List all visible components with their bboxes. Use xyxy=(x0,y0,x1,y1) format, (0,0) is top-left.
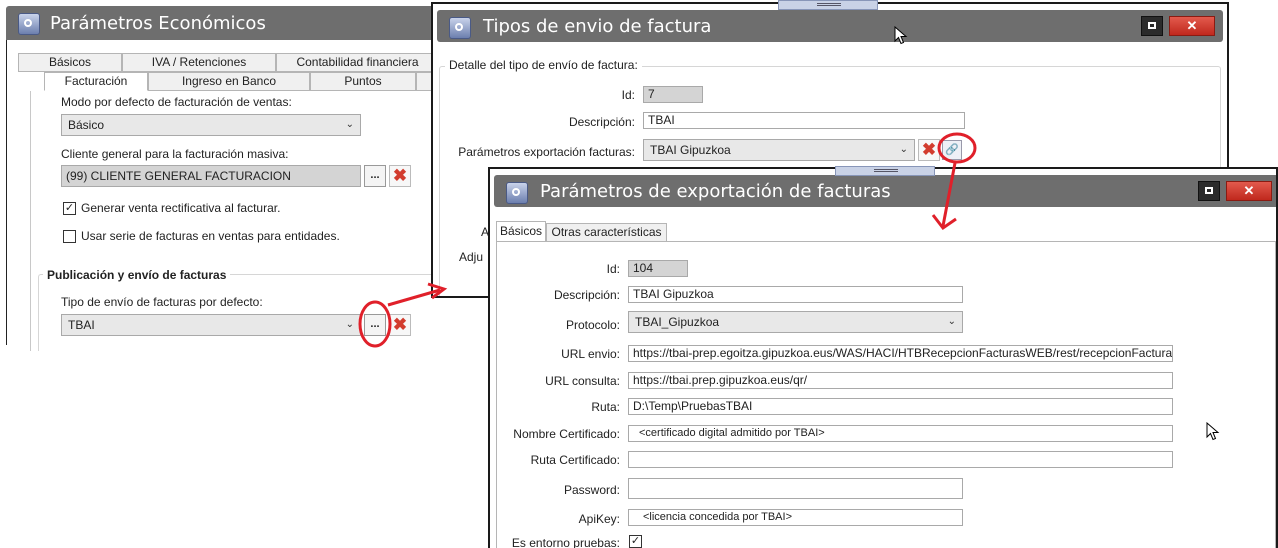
protocolo-value: TBAI_Gipuzkoa xyxy=(635,315,720,329)
cliente-browse-button[interactable]: ... xyxy=(364,165,386,187)
cliente-general-label: Cliente general para la facturación masi… xyxy=(61,147,289,161)
title-bar[interactable]: Parámetros Económicos xyxy=(6,6,439,40)
tab-contabilidad-financiera[interactable]: Contabilidad financiera xyxy=(276,53,439,72)
id-label: Id: xyxy=(606,262,620,276)
resize-grip-top[interactable] xyxy=(778,0,878,10)
partial-label-adjuntos: Adju xyxy=(459,250,484,264)
mouse-cursor-icon xyxy=(1206,422,1220,441)
title-bar[interactable]: Tipos de envio de factura ✕ xyxy=(437,10,1223,42)
descripcion-label: Descripción: xyxy=(553,288,620,302)
protocolo-select[interactable]: TBAI_Gipuzkoa ⌄ xyxy=(628,311,963,333)
descripcion-field[interactable]: TBAI Gipuzkoa xyxy=(628,286,963,303)
close-button[interactable]: ✕ xyxy=(1169,16,1215,36)
parametros-exportacion-value: TBAI Gipuzkoa xyxy=(650,143,731,157)
window-left-border xyxy=(6,40,7,345)
resize-grip-top[interactable] xyxy=(835,166,935,176)
password-label: Password: xyxy=(563,483,620,497)
tipo-envio-label: Tipo de envío de facturas por defecto: xyxy=(61,295,263,309)
tipo-envio-browse-button[interactable]: ... xyxy=(364,314,386,336)
app-icon xyxy=(506,182,528,204)
descripcion-field[interactable]: TBAI xyxy=(643,112,965,129)
detalle-group-title: Detalle del tipo de envío de factura: xyxy=(445,58,642,72)
link-icon[interactable]: 🔗 xyxy=(942,140,962,160)
generar-rectificativa-label: Generar venta rectificativa al facturar. xyxy=(81,201,281,215)
window-controls: ✕ xyxy=(1141,16,1215,36)
password-field[interactable] xyxy=(628,478,963,499)
app-icon xyxy=(18,13,40,35)
parametros-clear-button[interactable]: ✖ xyxy=(918,139,940,161)
window-parametros-economicos: Parámetros Económicos Básicos IVA / Rete… xyxy=(6,6,439,351)
parametros-exportacion-select[interactable]: TBAI Gipuzkoa ⌄ xyxy=(643,139,915,161)
maximize-button[interactable] xyxy=(1141,16,1163,36)
publicacion-group-title: Publicación y envío de facturas xyxy=(43,268,231,282)
tab-puntos[interactable]: Puntos xyxy=(310,72,416,91)
apikey-label: ApiKey: xyxy=(578,512,620,526)
tipo-envio-value: TBAI xyxy=(68,318,95,332)
usar-serie-label: Usar serie de facturas en ventas para en… xyxy=(81,229,340,243)
url-consulta-label: URL consulta: xyxy=(545,374,620,388)
title-bar[interactable]: Parámetros de exportación de facturas ✕ xyxy=(494,175,1276,207)
id-field[interactable]: 104 xyxy=(628,260,688,277)
ruta-certificado-label: Ruta Certificado: xyxy=(530,453,620,467)
chevron-down-icon: ⌄ xyxy=(947,316,956,327)
tab-iva-retenciones[interactable]: IVA / Retenciones xyxy=(122,53,276,72)
window-title: Tipos de envio de factura xyxy=(483,16,712,37)
entorno-pruebas-label: Es entorno pruebas: xyxy=(511,536,620,548)
ruta-certificado-field[interactable] xyxy=(628,451,1173,468)
chevron-down-icon: ⌄ xyxy=(345,119,354,130)
tab-basicos[interactable]: Básicos xyxy=(496,221,546,242)
window-title: Parámetros Económicos xyxy=(50,13,266,34)
url-consulta-field[interactable]: https://tbai.prep.gipuzkoa.eus/qr/ xyxy=(628,372,1173,389)
modo-facturacion-label: Modo por defecto de facturación de venta… xyxy=(61,95,292,109)
maximize-button[interactable] xyxy=(1198,181,1220,201)
descripcion-label: Descripción: xyxy=(568,115,635,129)
nombre-certificado-field[interactable]: <certificado digital admitido por TBAI> xyxy=(628,425,1173,442)
id-label: Id: xyxy=(621,88,635,102)
ruta-field[interactable]: D:\Temp\PruebasTBAI xyxy=(628,398,1173,415)
cliente-clear-button[interactable]: ✖ xyxy=(389,165,411,187)
tab-content-panel xyxy=(30,91,31,351)
generar-rectificativa-checkbox[interactable]: ✓ xyxy=(63,202,76,215)
chevron-down-icon: ⌄ xyxy=(345,319,354,330)
chevron-down-icon: ⌄ xyxy=(899,144,908,155)
usar-serie-checkbox[interactable] xyxy=(63,230,76,243)
modo-facturacion-select[interactable]: Básico ⌄ xyxy=(61,114,361,136)
window-parametros-exportacion: Parámetros de exportación de facturas ✕ … xyxy=(488,167,1278,548)
app-icon xyxy=(449,17,471,39)
apikey-field[interactable]: <licencia concedida por TBAI> xyxy=(628,509,963,526)
tipo-envio-clear-button[interactable]: ✖ xyxy=(389,314,411,336)
window-controls: ✕ xyxy=(1198,181,1272,201)
publicacion-group xyxy=(38,274,439,351)
url-envio-field[interactable]: https://tbai-prep.egoitza.gipuzkoa.eus/W… xyxy=(628,345,1173,362)
parametros-exportacion-label: Parámetros exportación facturas: xyxy=(458,145,635,159)
modo-facturacion-value: Básico xyxy=(68,118,105,132)
ruta-label: Ruta: xyxy=(591,400,620,414)
tab-facturacion[interactable]: Facturación xyxy=(44,72,148,91)
nombre-certificado-label: Nombre Certificado: xyxy=(513,427,620,441)
tab-ingreso-en-banco[interactable]: Ingreso en Banco xyxy=(148,72,310,91)
tab-basicos[interactable]: Básicos xyxy=(18,53,122,72)
window-title: Parámetros de exportación de facturas xyxy=(540,181,891,202)
tipo-envio-select[interactable]: TBAI ⌄ xyxy=(61,314,361,336)
url-envio-label: URL envio: xyxy=(561,347,620,361)
mouse-cursor-icon xyxy=(894,26,908,45)
tab-otras-caracteristicas[interactable]: Otras características xyxy=(546,223,667,242)
entorno-pruebas-checkbox[interactable]: ✓ xyxy=(629,535,642,548)
cliente-general-field[interactable]: (99) CLIENTE GENERAL FACTURACION xyxy=(61,165,361,187)
protocolo-label: Protocolo: xyxy=(565,318,620,332)
close-button[interactable]: ✕ xyxy=(1226,181,1272,201)
id-field[interactable]: 7 xyxy=(643,86,703,103)
